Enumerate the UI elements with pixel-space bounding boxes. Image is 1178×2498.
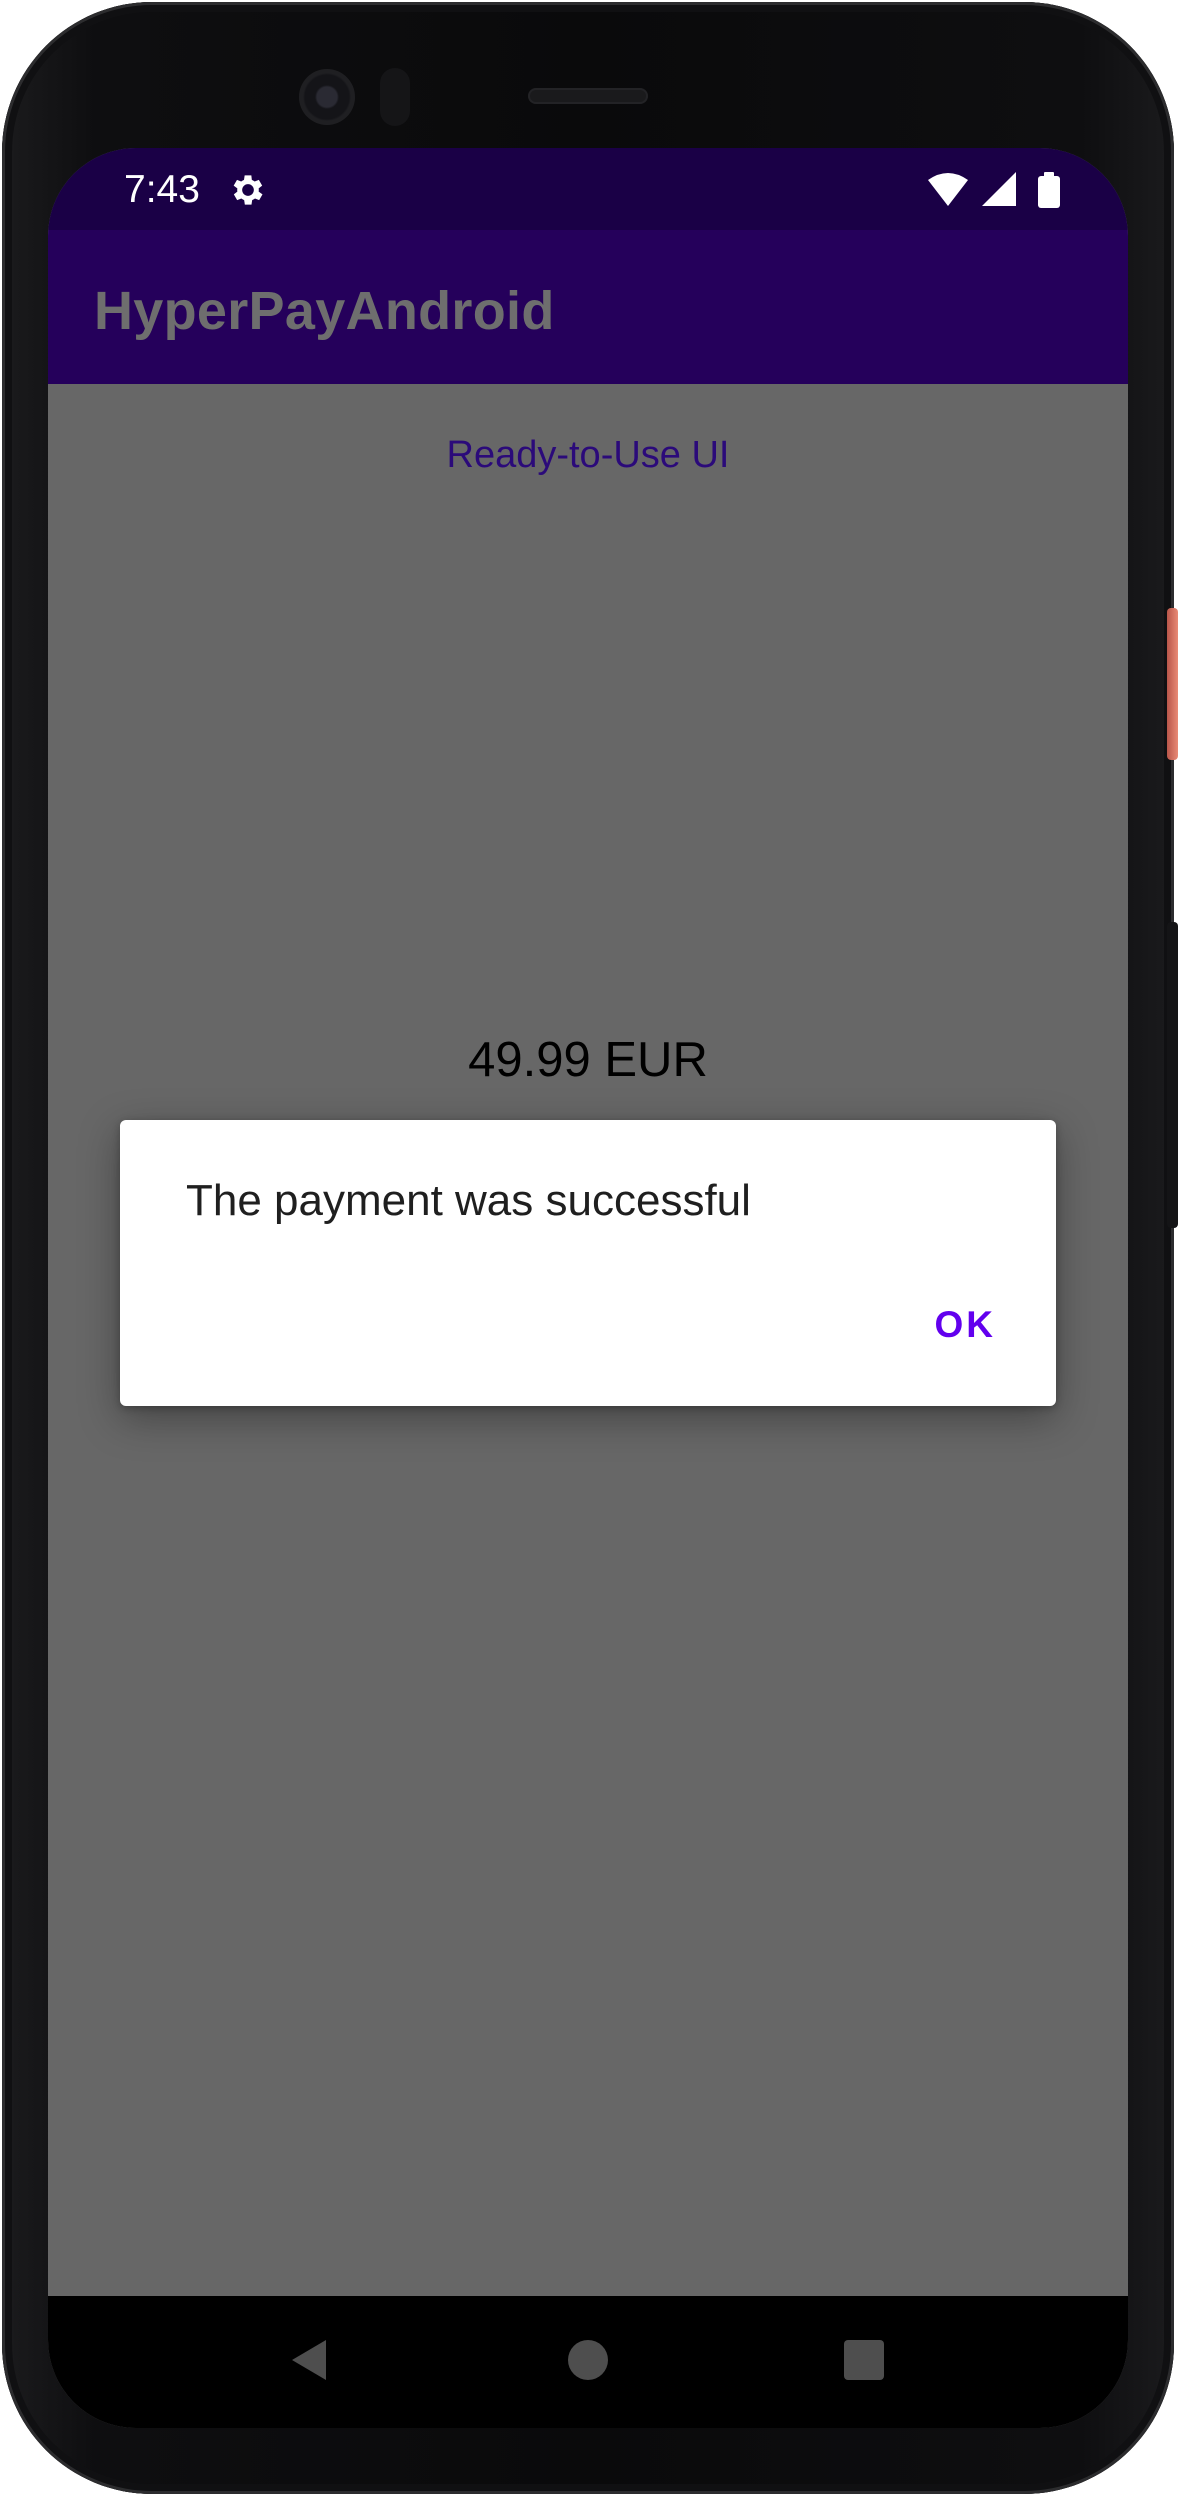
home-icon[interactable] <box>568 2340 608 2380</box>
status-indicators <box>928 172 1060 208</box>
app-bar: HyperPayAndroid <box>48 230 1128 384</box>
navigation-bar <box>48 2296 1128 2428</box>
ready-to-use-ui-link[interactable]: Ready-to-Use UI <box>48 434 1128 477</box>
back-icon[interactable] <box>286 2336 334 2384</box>
volume-button <box>1167 922 1178 1228</box>
proximity-sensor <box>380 68 410 126</box>
dialog-message: The payment was successful <box>186 1176 751 1225</box>
front-camera <box>299 69 355 125</box>
status-bar: 7:43 <box>48 148 1128 230</box>
power-button <box>1167 608 1178 760</box>
wifi-icon <box>928 173 968 206</box>
battery-icon <box>1038 172 1060 208</box>
payment-amount: 49.99 EUR <box>468 1033 708 1087</box>
app-title: HyperPayAndroid <box>94 281 555 341</box>
recents-icon[interactable] <box>844 2340 884 2380</box>
phone-frame: 7:43 HyperPayAndroid Ready-to-Use UI 49.… <box>2 2 1174 2494</box>
ok-button[interactable]: OK <box>935 1304 997 1346</box>
screen: 7:43 HyperPayAndroid Ready-to-Use UI 49.… <box>48 148 1128 2428</box>
settings-icon <box>233 175 263 205</box>
payment-result-dialog: The payment was successful OK <box>120 1120 1056 1406</box>
signal-icon <box>982 172 1016 206</box>
status-time: 7:43 <box>124 168 200 211</box>
earpiece-speaker <box>528 88 648 104</box>
